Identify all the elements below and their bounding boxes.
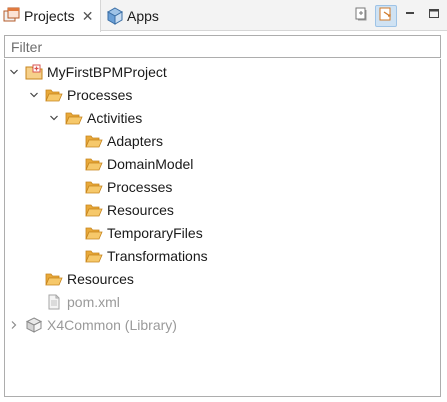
tab-projects[interactable]: Projects ✕ — [0, 0, 101, 32]
tree-item-resources-sub[interactable]: Resources — [85, 198, 174, 221]
tree-item-processes[interactable]: Processes — [27, 83, 132, 106]
file-icon — [45, 294, 63, 310]
link-with-editor-button[interactable] — [375, 4, 397, 27]
close-icon[interactable]: ✕ — [82, 9, 94, 23]
tree-item-label: X4Common (Library) — [47, 316, 177, 333]
tab-projects-label: Projects — [24, 8, 75, 24]
tree-item-label: Processes — [107, 178, 173, 195]
tree-item-label: Resources — [67, 270, 134, 287]
library-icon — [25, 316, 43, 333]
view-tab-bar: Projects ✕ Apps — [0, 0, 447, 32]
tree-item-adapters[interactable]: Adapters — [85, 129, 163, 152]
tree-item-label: TemporaryFiles — [107, 224, 203, 241]
tree-item-label: Processes — [67, 86, 133, 103]
open-folder-icon — [45, 87, 63, 103]
chevron-down-icon[interactable] — [7, 65, 21, 79]
tree-item-label: pom.xml — [67, 293, 120, 310]
maximize-icon — [427, 7, 441, 24]
open-folder-icon — [85, 179, 103, 195]
tree-item-transformations[interactable]: Transformations — [85, 244, 208, 267]
chevron-down-icon[interactable] — [27, 88, 41, 102]
project-tree: MyFirstBPMProject Processes Activities A… — [4, 59, 441, 397]
tree-item-label: Transformations — [107, 247, 208, 264]
projects-icon — [3, 7, 21, 25]
chevron-right-icon[interactable] — [7, 318, 21, 332]
collapse-all-button[interactable] — [351, 5, 373, 27]
minimize-button[interactable] — [399, 5, 421, 27]
tree-item-project[interactable]: MyFirstBPMProject — [7, 60, 167, 83]
cube-icon — [106, 6, 124, 25]
tree-item-label: DomainModel — [107, 155, 194, 172]
chevron-down-icon[interactable] — [47, 111, 61, 125]
tree-item-resources[interactable]: Resources — [45, 267, 134, 290]
open-folder-icon — [45, 271, 63, 287]
link-editor-icon — [378, 6, 394, 25]
maximize-button[interactable] — [423, 5, 445, 27]
tree-item-label: MyFirstBPMProject — [47, 63, 167, 80]
open-folder-icon — [65, 110, 83, 126]
open-folder-icon — [85, 248, 103, 264]
open-folder-icon — [85, 156, 103, 172]
tab-apps[interactable]: Apps — [103, 0, 173, 31]
tree-item-temporaryfiles[interactable]: TemporaryFiles — [85, 221, 203, 244]
collapse-all-icon — [354, 6, 370, 25]
open-folder-icon — [85, 202, 103, 218]
tree-item-label: Resources — [107, 201, 174, 218]
tree-item-processes-sub[interactable]: Processes — [85, 175, 172, 198]
tree-item-label: Adapters — [107, 132, 164, 149]
tree-item-domainmodel[interactable]: DomainModel — [85, 152, 193, 175]
tree-item-activities[interactable]: Activities — [47, 106, 142, 129]
tree-item-library[interactable]: X4Common (Library) — [7, 313, 177, 336]
minimize-icon — [403, 7, 417, 24]
open-folder-icon — [85, 225, 103, 241]
view-toolbar — [351, 0, 447, 31]
tab-apps-label: Apps — [127, 7, 159, 24]
bpm-project-icon — [25, 64, 43, 80]
tree-item-pom[interactable]: pom.xml — [45, 290, 120, 313]
open-folder-icon — [85, 133, 103, 149]
filter-input[interactable] — [4, 35, 441, 58]
tree-item-label: Activities — [87, 109, 143, 126]
